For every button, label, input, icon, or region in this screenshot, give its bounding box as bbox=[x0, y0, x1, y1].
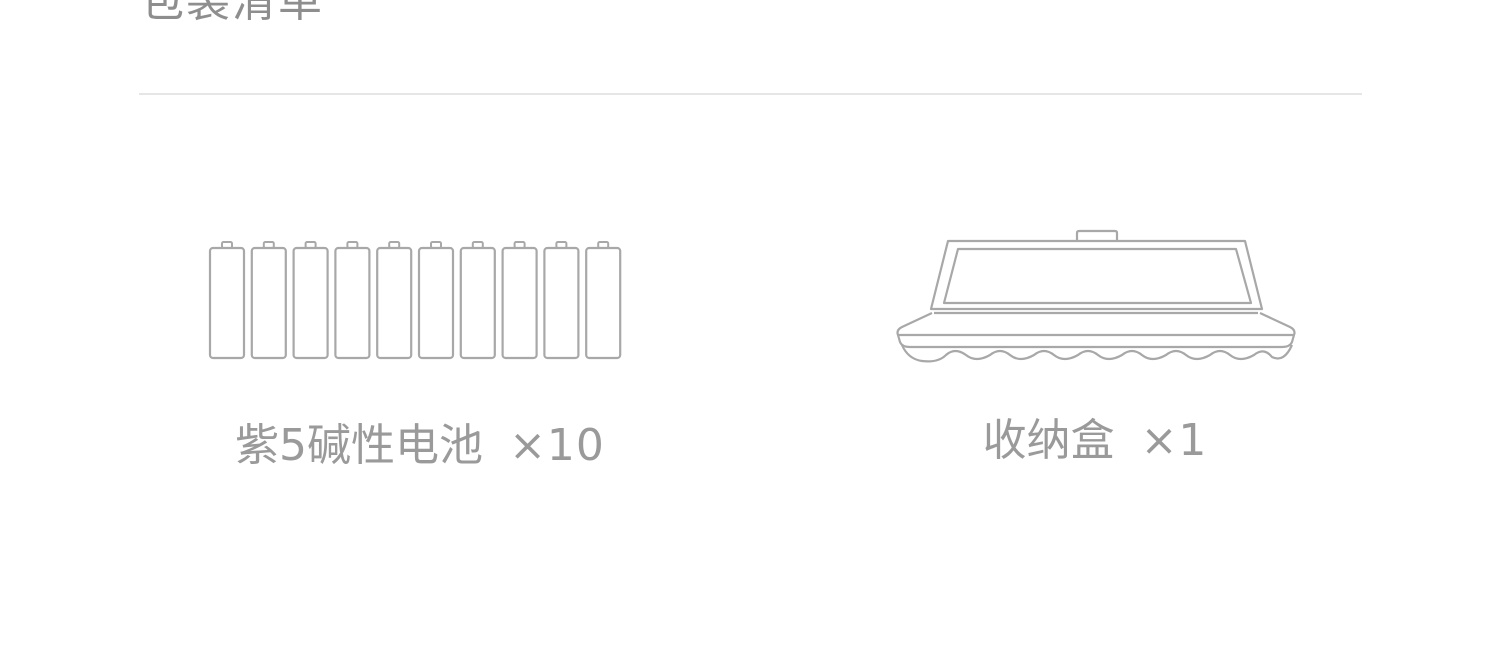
item-caption: 收纳盒 ×1 bbox=[880, 413, 1310, 469]
item-caption: 紫5碱性电池 ×10 bbox=[150, 418, 690, 474]
battery-icon bbox=[376, 241, 413, 360]
battery-icon bbox=[334, 241, 371, 360]
item-quantity: ×10 bbox=[509, 420, 605, 471]
package-item-storage-box: 收纳盒 ×1 bbox=[880, 225, 1310, 490]
item-name: 紫5碱性电池 bbox=[235, 420, 484, 471]
battery-icon bbox=[250, 241, 287, 360]
battery-icon bbox=[585, 241, 622, 360]
package-item-batteries: 紫5碱性电池 ×10 bbox=[150, 230, 690, 490]
storage-box-icon bbox=[888, 229, 1304, 373]
item-name: 收纳盒 bbox=[982, 415, 1115, 466]
section-title: 包装清单 bbox=[140, 0, 324, 27]
battery-icon bbox=[459, 241, 496, 360]
battery-icon bbox=[292, 241, 329, 360]
section-divider bbox=[139, 93, 1362, 95]
item-quantity: ×1 bbox=[1140, 415, 1208, 466]
battery-icon bbox=[417, 241, 455, 360]
battery-icon bbox=[208, 241, 246, 360]
battery-icon bbox=[543, 241, 580, 360]
battery-row-icon bbox=[208, 240, 628, 369]
battery-icon bbox=[501, 241, 538, 360]
